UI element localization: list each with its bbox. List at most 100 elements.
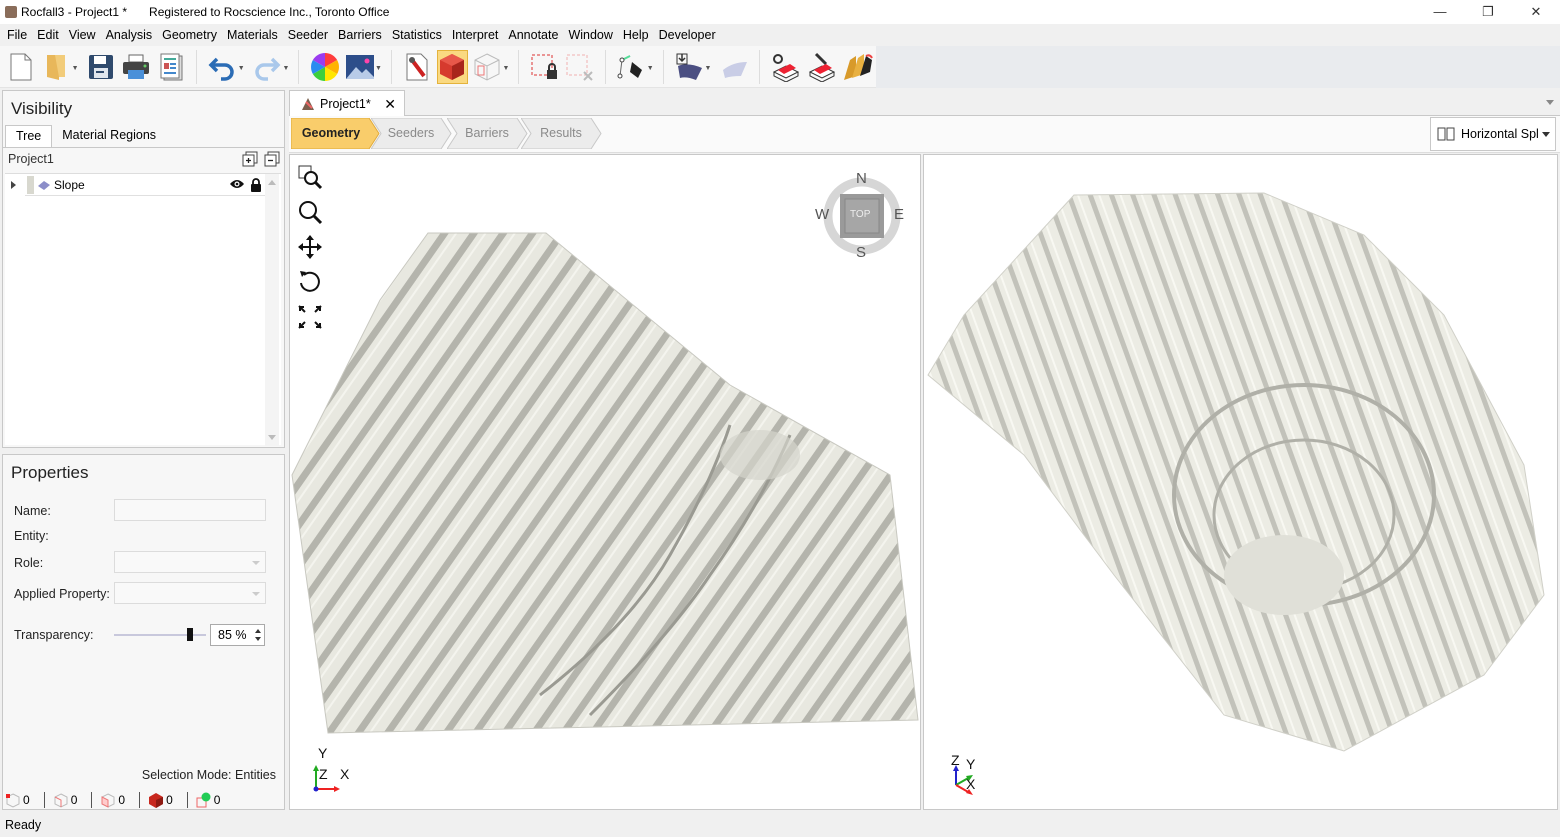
settings-button[interactable] bbox=[402, 50, 433, 84]
chevron-down-icon bbox=[1542, 131, 1550, 137]
transparency-slider-thumb[interactable] bbox=[187, 628, 193, 641]
print-button[interactable] bbox=[120, 50, 151, 84]
applied-property-label: Applied Property: bbox=[14, 587, 110, 601]
status-bar: Ready bbox=[0, 815, 1560, 837]
chevron-down-icon: ▼ bbox=[375, 64, 382, 72]
spin-up-icon[interactable] bbox=[255, 629, 261, 633]
edge-count: 0 bbox=[53, 792, 93, 808]
tab-tree[interactable]: Tree bbox=[5, 125, 53, 147]
save-button[interactable] bbox=[86, 50, 117, 84]
view-compass[interactable]: N S W E TOP bbox=[815, 170, 904, 262]
workflow-step-seeders[interactable]: Seeders bbox=[371, 118, 452, 149]
lock-selection-button[interactable] bbox=[529, 50, 560, 84]
menu-annotate[interactable]: Annotate bbox=[503, 24, 563, 46]
toolbar-separator bbox=[662, 49, 664, 84]
status-text: Ready bbox=[5, 818, 42, 832]
new-file-button[interactable] bbox=[6, 50, 37, 84]
menu-view[interactable]: View bbox=[64, 24, 101, 46]
spin-down-icon[interactable] bbox=[255, 637, 261, 641]
chevron-down-icon: ▼ bbox=[71, 64, 79, 72]
tabs-overflow-dropdown[interactable] bbox=[1546, 100, 1554, 105]
lock-icon[interactable] bbox=[249, 177, 263, 192]
workflow-step-geometry[interactable]: Geometry bbox=[291, 118, 380, 149]
seeder-edit-button[interactable] bbox=[806, 50, 838, 84]
seeder-edit-icon bbox=[808, 52, 836, 82]
tree-item-slope[interactable]: Slope bbox=[11, 174, 265, 196]
expand-arrow-icon[interactable] bbox=[11, 181, 16, 189]
menu-statistics[interactable]: Statistics bbox=[387, 24, 447, 46]
minimize-button[interactable]: — bbox=[1416, 0, 1464, 24]
menu-barriers[interactable]: Barriers bbox=[333, 24, 387, 46]
name-field[interactable] bbox=[114, 499, 266, 521]
slope-surface-icon bbox=[38, 180, 50, 190]
toolbar-background bbox=[876, 46, 1560, 88]
zoom-button[interactable] bbox=[296, 194, 324, 229]
role-select[interactable] bbox=[114, 551, 266, 573]
close-tab-icon[interactable]: ✕ bbox=[384, 96, 396, 113]
toolbar-separator bbox=[518, 49, 520, 84]
zoom-window-icon bbox=[298, 165, 323, 189]
color-button[interactable] bbox=[309, 50, 340, 84]
background-image-button[interactable]: ▼ bbox=[344, 50, 382, 84]
rotate-button[interactable] bbox=[296, 264, 324, 299]
surface-button[interactable] bbox=[718, 50, 749, 84]
pan-button[interactable] bbox=[296, 229, 324, 264]
report-button[interactable] bbox=[155, 50, 186, 84]
menu-developer[interactable]: Developer bbox=[654, 24, 721, 46]
barrier-layers-icon bbox=[844, 53, 873, 80]
undo-button[interactable]: ▼ bbox=[207, 50, 245, 84]
workflow-step-barriers[interactable]: Barriers bbox=[447, 118, 528, 149]
menu-edit[interactable]: Edit bbox=[32, 24, 64, 46]
axis-x-label: X bbox=[340, 766, 350, 782]
visibility-tabs: Tree Material Regions bbox=[3, 125, 284, 148]
restore-button[interactable]: ❐ bbox=[1464, 0, 1512, 24]
barriers-button[interactable] bbox=[842, 50, 874, 84]
menu-file[interactable]: File bbox=[2, 24, 32, 46]
eye-icon[interactable] bbox=[229, 178, 245, 190]
workflow-step-results[interactable]: Results bbox=[521, 118, 602, 149]
menu-seeder[interactable]: Seeder bbox=[283, 24, 333, 46]
seeder-settings-button[interactable] bbox=[770, 50, 802, 84]
axis-z-label: Z bbox=[319, 766, 328, 782]
clear-selection-icon bbox=[566, 54, 593, 81]
import-surface-button[interactable]: ▼ bbox=[674, 50, 711, 84]
zoom-extents-button[interactable] bbox=[296, 299, 324, 334]
menu-window[interactable]: Window bbox=[563, 24, 617, 46]
tab-material-regions[interactable]: Material Regions bbox=[52, 125, 166, 147]
vertex-count: 0 bbox=[5, 792, 45, 808]
project-row: Project1 bbox=[3, 148, 284, 170]
new-file-icon bbox=[10, 53, 32, 80]
collapse-all-icon[interactable] bbox=[264, 151, 280, 167]
title-bar: Rocfall3 - Project1 * Registered to Rocs… bbox=[0, 0, 1560, 24]
open-folder-button[interactable]: ▼ bbox=[41, 50, 79, 84]
solid-view-button[interactable] bbox=[436, 49, 468, 84]
name-label: Name: bbox=[14, 504, 51, 518]
rocfall-app-icon bbox=[302, 98, 314, 110]
viewport-top[interactable]: N S W E TOP Y Z X bbox=[289, 154, 921, 810]
document-tab-project1[interactable]: Project1* ✕ bbox=[289, 90, 405, 117]
axis-triad bbox=[953, 765, 973, 795]
toolbar: ▼ ▼ ▼ ▼ ▼ ▼ ▼ bbox=[0, 46, 876, 88]
terrain-model-3d bbox=[927, 192, 1545, 752]
menu-materials[interactable]: Materials bbox=[222, 24, 283, 46]
viewport-perspective[interactable]: Z Y X bbox=[923, 154, 1558, 810]
toolbar-separator bbox=[759, 49, 761, 84]
expand-all-icon[interactable] bbox=[242, 151, 258, 167]
menu-help[interactable]: Help bbox=[618, 24, 654, 46]
menu-analysis[interactable]: Analysis bbox=[101, 24, 158, 46]
layout-select[interactable]: Horizontal Spl bbox=[1430, 117, 1556, 151]
close-window-button[interactable]: ✕ bbox=[1512, 0, 1560, 24]
wireframe-view-button[interactable]: ▼ bbox=[472, 50, 509, 84]
zoom-window-button[interactable] bbox=[296, 159, 324, 194]
menu-geometry[interactable]: Geometry bbox=[157, 24, 222, 46]
redo-button[interactable]: ▼ bbox=[252, 50, 289, 84]
view-top-button[interactable]: TOP bbox=[850, 209, 870, 220]
tree-scrollbar[interactable] bbox=[265, 174, 279, 446]
document-tabs: Project1* ✕ bbox=[289, 90, 1560, 117]
clear-selection-button[interactable] bbox=[564, 50, 595, 84]
applied-property-select[interactable] bbox=[114, 582, 266, 604]
redo-icon bbox=[255, 57, 281, 81]
draw-polyline-button[interactable]: ▼ bbox=[616, 50, 654, 84]
transparency-spinbox[interactable]: 85 % bbox=[210, 624, 265, 646]
menu-interpret[interactable]: Interpret bbox=[447, 24, 504, 46]
